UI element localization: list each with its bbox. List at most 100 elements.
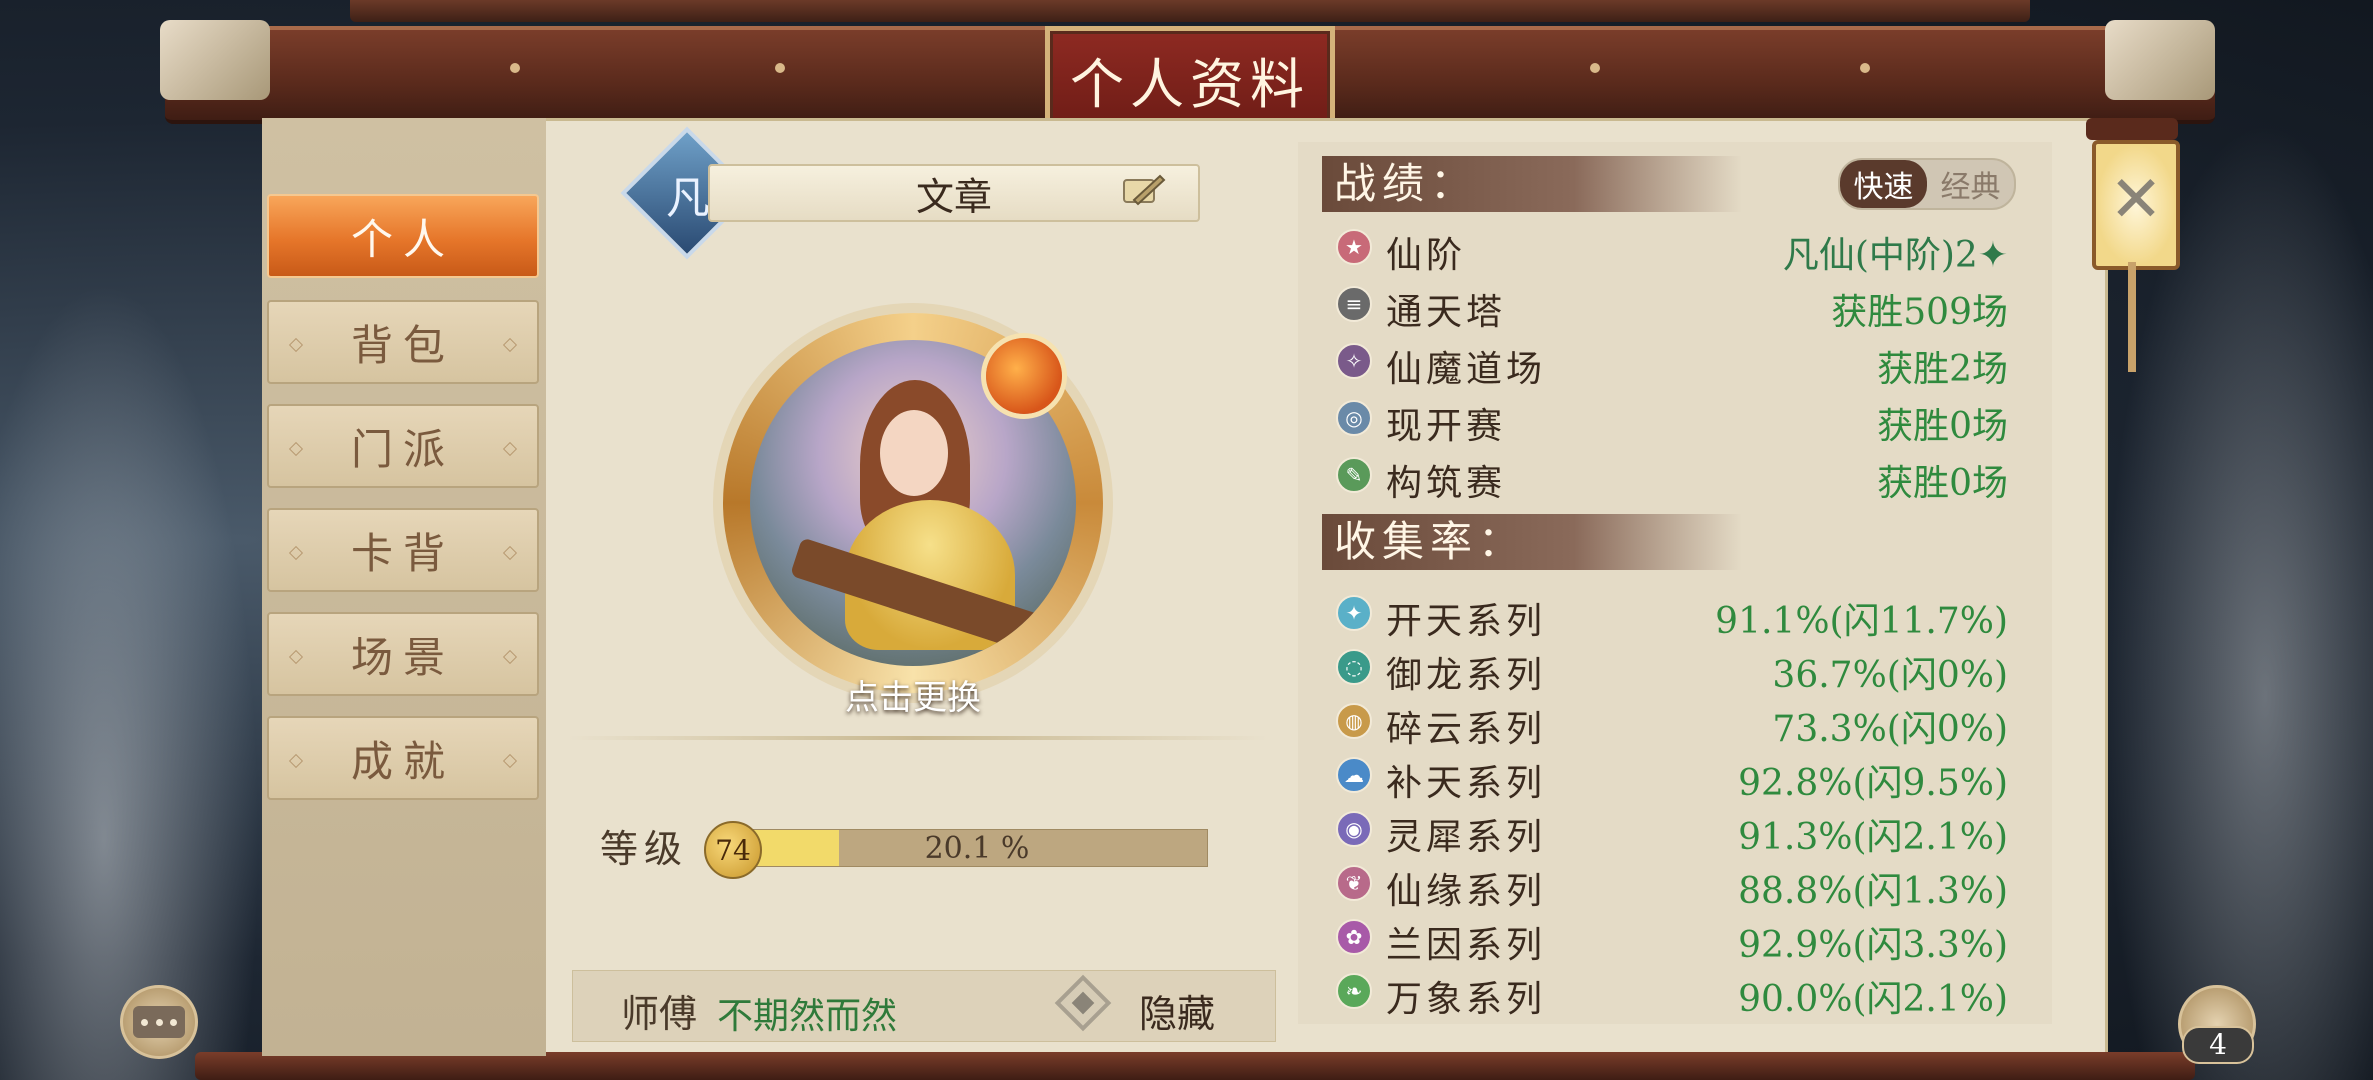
collection-value: 91.3%(闪2.1%) [1738,817,2008,858]
suiyun-icon: ◍ [1336,703,1372,739]
rivet [510,63,520,73]
sun-ornament-icon [986,338,1062,414]
xianyuan-icon: ❦ [1336,865,1372,901]
collection-row: ◍ 碎云系列 73.3%(闪0%) [1328,696,2008,750]
mode-option-fast[interactable]: 快速 [1840,160,1927,208]
close-icon: ✕ [2109,163,2163,237]
diamond-ornament-icon [502,337,518,353]
sidebar-item-label: 门派 [350,424,455,474]
lantern-tassel [2128,262,2136,372]
sidebar-item-personal[interactable]: 个人 [267,194,539,278]
collection-row: ❦ 仙缘系列 88.8%(闪1.3%) [1328,858,2008,912]
sidebar-item-bag[interactable]: 背包 [267,300,539,384]
diamond-ornament-icon [502,441,518,457]
battle-record-header: 战绩： [1322,156,1742,212]
divider [568,736,1268,740]
diamond-ornament-icon [502,649,518,665]
rivet [1590,63,1600,73]
collection-label: 碎云系列 [1386,709,1547,750]
collection-value: 91.1%(闪11.7%) [1715,601,2008,642]
stat-label: 构筑赛 [1386,463,1507,504]
edit-name-icon[interactable] [1120,170,1166,210]
collection-row: ☁ 补天系列 92.8%(闪9.5%) [1328,750,2008,804]
collection-row: ◉ 灵犀系列 91.3%(闪2.1%) [1328,804,2008,858]
lanyin-icon: ✿ [1336,919,1372,955]
diamond-ornament-icon [288,649,304,665]
collection-header: 收集率： [1322,514,1742,570]
tower-icon: ≡ [1336,286,1372,322]
stats-panel: 战绩： 快速 经典 ★ 仙阶 凡仙(中阶)2✦ ≡ 通天塔 获胜509场 ✧ 仙… [1298,142,2052,1024]
stat-label: 现开赛 [1386,406,1507,447]
background-mist-left [0,280,260,1080]
diamond-ornament-icon [502,753,518,769]
master-label: 师傅 [621,992,698,1036]
build-icon: ✎ [1336,457,1372,493]
level-progress-text: 20.1 % [924,830,1030,866]
rivet [1860,63,1870,73]
sidebar-item-achievements[interactable]: 成就 [267,716,539,800]
diamond-ornament-icon [288,753,304,769]
player-name-text: 文章 [915,174,992,219]
profile-panel: 凡 文章 点击更换 等级 20.1 % 74 师傅 不期然而然 隐藏 [558,118,1278,1056]
stat-value: 获胜2场 [1877,349,2008,390]
collection-label: 御龙系列 [1386,655,1547,696]
arena-icon: ✧ [1336,343,1372,379]
diamond-ornament-icon [288,337,304,353]
sidebar-item-label: 成就 [350,736,455,786]
stat-label: 仙阶 [1386,235,1467,276]
stat-value: 获胜509场 [1831,292,2008,333]
sidebar-item-scene[interactable]: 场景 [267,612,539,696]
collection-label: 仙缘系列 [1386,871,1547,912]
chat-bubble-icon [133,1006,185,1038]
wanxiang-icon: ❧ [1336,973,1372,1009]
bottom-beam [195,1052,2195,1080]
mode-option-classic[interactable]: 经典 [1927,160,2014,208]
lingxi-icon: ◉ [1336,811,1372,847]
beam-cap-right [2105,20,2215,100]
sidebar: 个人 背包 门派 卡背 场景 成就 [262,118,546,1056]
draft-icon: ◎ [1336,400,1372,436]
collection-value: 92.8%(闪9.5%) [1738,763,2008,804]
hide-checkbox[interactable] [1054,974,1112,1032]
avatar-face [880,410,948,496]
level-badge: 74 [704,821,762,879]
sidebar-item-card-back[interactable]: 卡背 [267,508,539,592]
sidebar-item-label: 场景 [350,632,455,682]
stat-row: ✧ 仙魔道场 获胜2场 [1328,336,2008,390]
sidebar-item-label: 个人 [350,214,455,264]
collection-label: 兰因系列 [1386,925,1547,966]
collection-row: ◌ 御龙系列 36.7%(闪0%) [1328,642,2008,696]
close-button[interactable]: ✕ [2092,140,2180,270]
collection-value: 90.0%(闪2.1%) [1738,979,2008,1020]
mode-toggle[interactable]: 快速 经典 [1838,158,2016,210]
beam-cap-left [160,20,270,100]
butian-icon: ☁ [1336,757,1372,793]
stat-value: 获胜0场 [1877,463,2008,504]
collection-label: 补天系列 [1386,763,1547,804]
stat-row: ★ 仙阶 凡仙(中阶)2✦ [1328,222,2008,276]
collection-value: 36.7%(闪0%) [1772,655,2008,696]
top-beam-upper [350,0,2030,22]
stat-row: ◎ 现开赛 获胜0场 [1328,393,2008,447]
hide-label: 隐藏 [1139,992,1216,1036]
level-progress-bar: 20.1 % [746,829,1208,867]
master-name: 不期然而然 [717,996,898,1037]
sidebar-item-label: 卡背 [350,528,455,578]
bag-count-badge: 4 [2182,1026,2254,1064]
page-title: 个人资料 [1045,26,1335,132]
collection-value: 88.8%(闪1.3%) [1738,871,2008,912]
stat-label: 通天塔 [1386,292,1507,333]
collection-value: 73.3%(闪0%) [1772,709,2008,750]
master-row: 师傅 不期然而然 隐藏 [572,970,1276,1042]
sidebar-item-sect[interactable]: 门派 [267,404,539,488]
yulong-icon: ◌ [1336,649,1372,685]
chat-button[interactable] [120,985,198,1059]
stat-value: 获胜0场 [1877,406,2008,447]
stat-row: ≡ 通天塔 获胜509场 [1328,279,2008,333]
stat-row: ✎ 构筑赛 获胜0场 [1328,450,2008,504]
change-avatar-button[interactable]: 点击更换 [768,670,1058,719]
stat-label: 仙魔道场 [1386,349,1547,390]
level-label: 等级 [600,827,689,871]
kaitian-icon: ✦ [1336,595,1372,631]
collection-label: 开天系列 [1386,601,1547,642]
